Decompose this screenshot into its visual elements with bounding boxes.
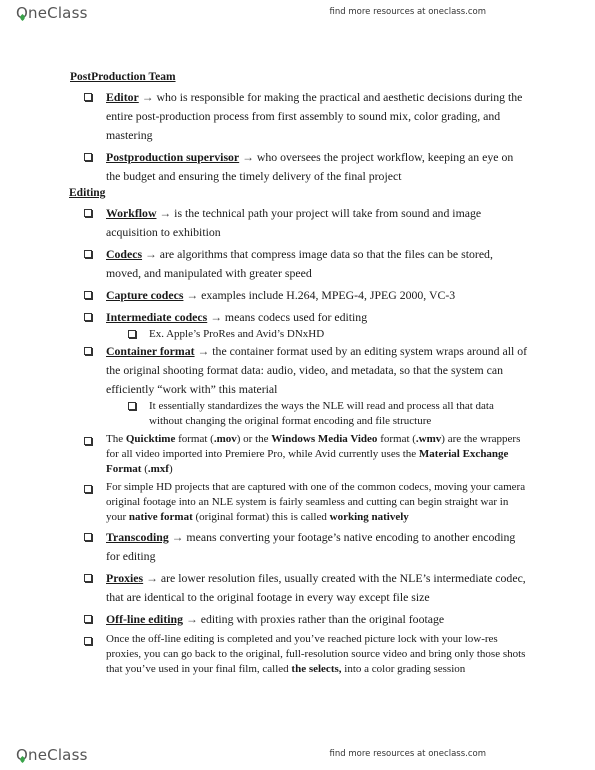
- sub-text: Ex. Apple’s ProRes and Avid’s DNxHD: [149, 328, 325, 340]
- term: Capture codecs: [106, 288, 184, 302]
- checkbox-bullet-icon: [84, 347, 92, 355]
- sub-item-container-note: It essentially standardizes the ways the…: [70, 399, 530, 429]
- definition: are lower resolution files, usually crea…: [106, 571, 526, 604]
- oneclass-logo[interactable]: OneClass: [16, 746, 88, 764]
- arrow-icon: →: [210, 310, 222, 324]
- bold-text: working natively: [329, 511, 409, 523]
- list-item-capture-codecs: Capture codecs → examples include H.264,…: [70, 286, 530, 305]
- arrow-icon: →: [145, 247, 157, 261]
- sub-text: It essentially standardizes the ways the…: [149, 400, 494, 427]
- term: Off-line editing: [106, 612, 184, 626]
- list-item-editor: Editor → who is responsible for making t…: [70, 88, 530, 145]
- arrow-icon: →: [159, 206, 172, 220]
- section-heading-editing: Editing: [69, 187, 106, 199]
- list-item-codecs: Codecs → are algorithms that compress im…: [70, 245, 530, 283]
- arrow-icon: →: [171, 530, 184, 544]
- definition: are algorithms that compress image data …: [106, 247, 493, 280]
- bold-text: Windows Media Video: [271, 433, 378, 445]
- footer-bar: OneClass find more resources at oneclass…: [0, 742, 595, 770]
- list-item-transcoding: Transcoding → means converting your foot…: [70, 528, 530, 566]
- checkbox-bullet-icon: [84, 637, 92, 645]
- term: Container format: [106, 344, 195, 358]
- definition: examples include H.264, MPEG-4, JPEG 200…: [198, 288, 456, 302]
- term: Transcoding: [106, 530, 169, 544]
- bold-text: the selects,: [291, 663, 342, 675]
- document-body: PostProduction Team Editor → who is resp…: [69, 70, 530, 677]
- term: Intermediate codecs: [106, 310, 208, 324]
- arrow-icon: →: [185, 612, 198, 626]
- definition: editing with proxies rather than the ori…: [197, 612, 445, 626]
- section-heading-postproduction: PostProduction Team: [70, 71, 176, 83]
- list-item-quicktime: The Quicktime format (.mov) or the Windo…: [70, 432, 530, 477]
- arrow-icon: →: [141, 90, 154, 104]
- text: into a color grading session: [341, 663, 466, 675]
- checkbox-bullet-icon: [84, 485, 92, 493]
- checkbox-bullet-icon: [84, 93, 92, 101]
- list-item-container-format: Container format → the container format …: [70, 342, 530, 399]
- checkbox-bullet-icon: [128, 402, 136, 410]
- checkbox-bullet-icon: [84, 250, 92, 258]
- list-item-supervisor: Postproduction supervisor → who oversees…: [70, 148, 530, 186]
- definition: who is responsible for making the practi…: [106, 90, 523, 142]
- text: (original format) this is called: [192, 511, 330, 523]
- bold-text: Quicktime: [125, 433, 176, 445]
- arrow-icon: →: [242, 150, 254, 164]
- list-item-workflow: Workflow → is the technical path your pr…: [70, 204, 530, 242]
- text: The: [106, 433, 126, 445]
- checkbox-bullet-icon: [84, 209, 92, 217]
- checkbox-bullet-icon: [84, 153, 92, 161]
- definition: means codecs used for editing: [221, 310, 368, 324]
- checkbox-bullet-icon: [128, 330, 136, 338]
- text: ): [168, 463, 173, 475]
- logo-text: OneClass: [16, 746, 88, 764]
- term: Editor: [106, 90, 139, 104]
- list-item-proxies: Proxies → are lower resolution files, us…: [70, 569, 530, 607]
- term: Postproduction supervisor: [106, 150, 240, 164]
- header-tagline[interactable]: find more resources at oneclass.com: [330, 7, 486, 17]
- checkbox-bullet-icon: [84, 437, 92, 445]
- arrow-icon: →: [186, 288, 199, 302]
- logo-text: OneClass: [16, 4, 88, 22]
- bold-text: .wmv: [415, 433, 442, 445]
- footer-tagline[interactable]: find more resources at oneclass.com: [330, 749, 486, 759]
- checkbox-bullet-icon: [84, 574, 92, 582]
- text: ) or the: [236, 433, 272, 445]
- list-item-intermediate-codecs: Intermediate codecs → means codecs used …: [70, 308, 530, 327]
- sub-item-intermediate-example: Ex. Apple’s ProRes and Avid’s DNxHD: [70, 327, 530, 342]
- term: Workflow: [106, 206, 157, 220]
- list-item-offline-editing: Off-line editing → editing with proxies …: [70, 610, 530, 629]
- checkbox-bullet-icon: [84, 313, 92, 321]
- checkbox-bullet-icon: [84, 533, 92, 541]
- bold-text: .mov: [213, 433, 237, 445]
- bold-text: .mxf: [147, 463, 169, 475]
- text: format (: [377, 433, 416, 445]
- list-item-selects: Once the off-line editing is completed a…: [70, 632, 530, 677]
- term: Codecs: [106, 247, 143, 261]
- bold-text: native format: [128, 511, 193, 523]
- header-bar: OneClass find more resources at oneclass…: [0, 0, 595, 30]
- oneclass-logo[interactable]: OneClass: [16, 4, 88, 22]
- checkbox-bullet-icon: [84, 291, 92, 299]
- list-item-simple-hd: For simple HD projects that are captured…: [70, 480, 530, 525]
- arrow-icon: →: [146, 571, 158, 585]
- text: format (: [175, 433, 214, 445]
- checkbox-bullet-icon: [84, 615, 92, 623]
- arrow-icon: →: [197, 344, 210, 358]
- term: Proxies: [106, 571, 144, 585]
